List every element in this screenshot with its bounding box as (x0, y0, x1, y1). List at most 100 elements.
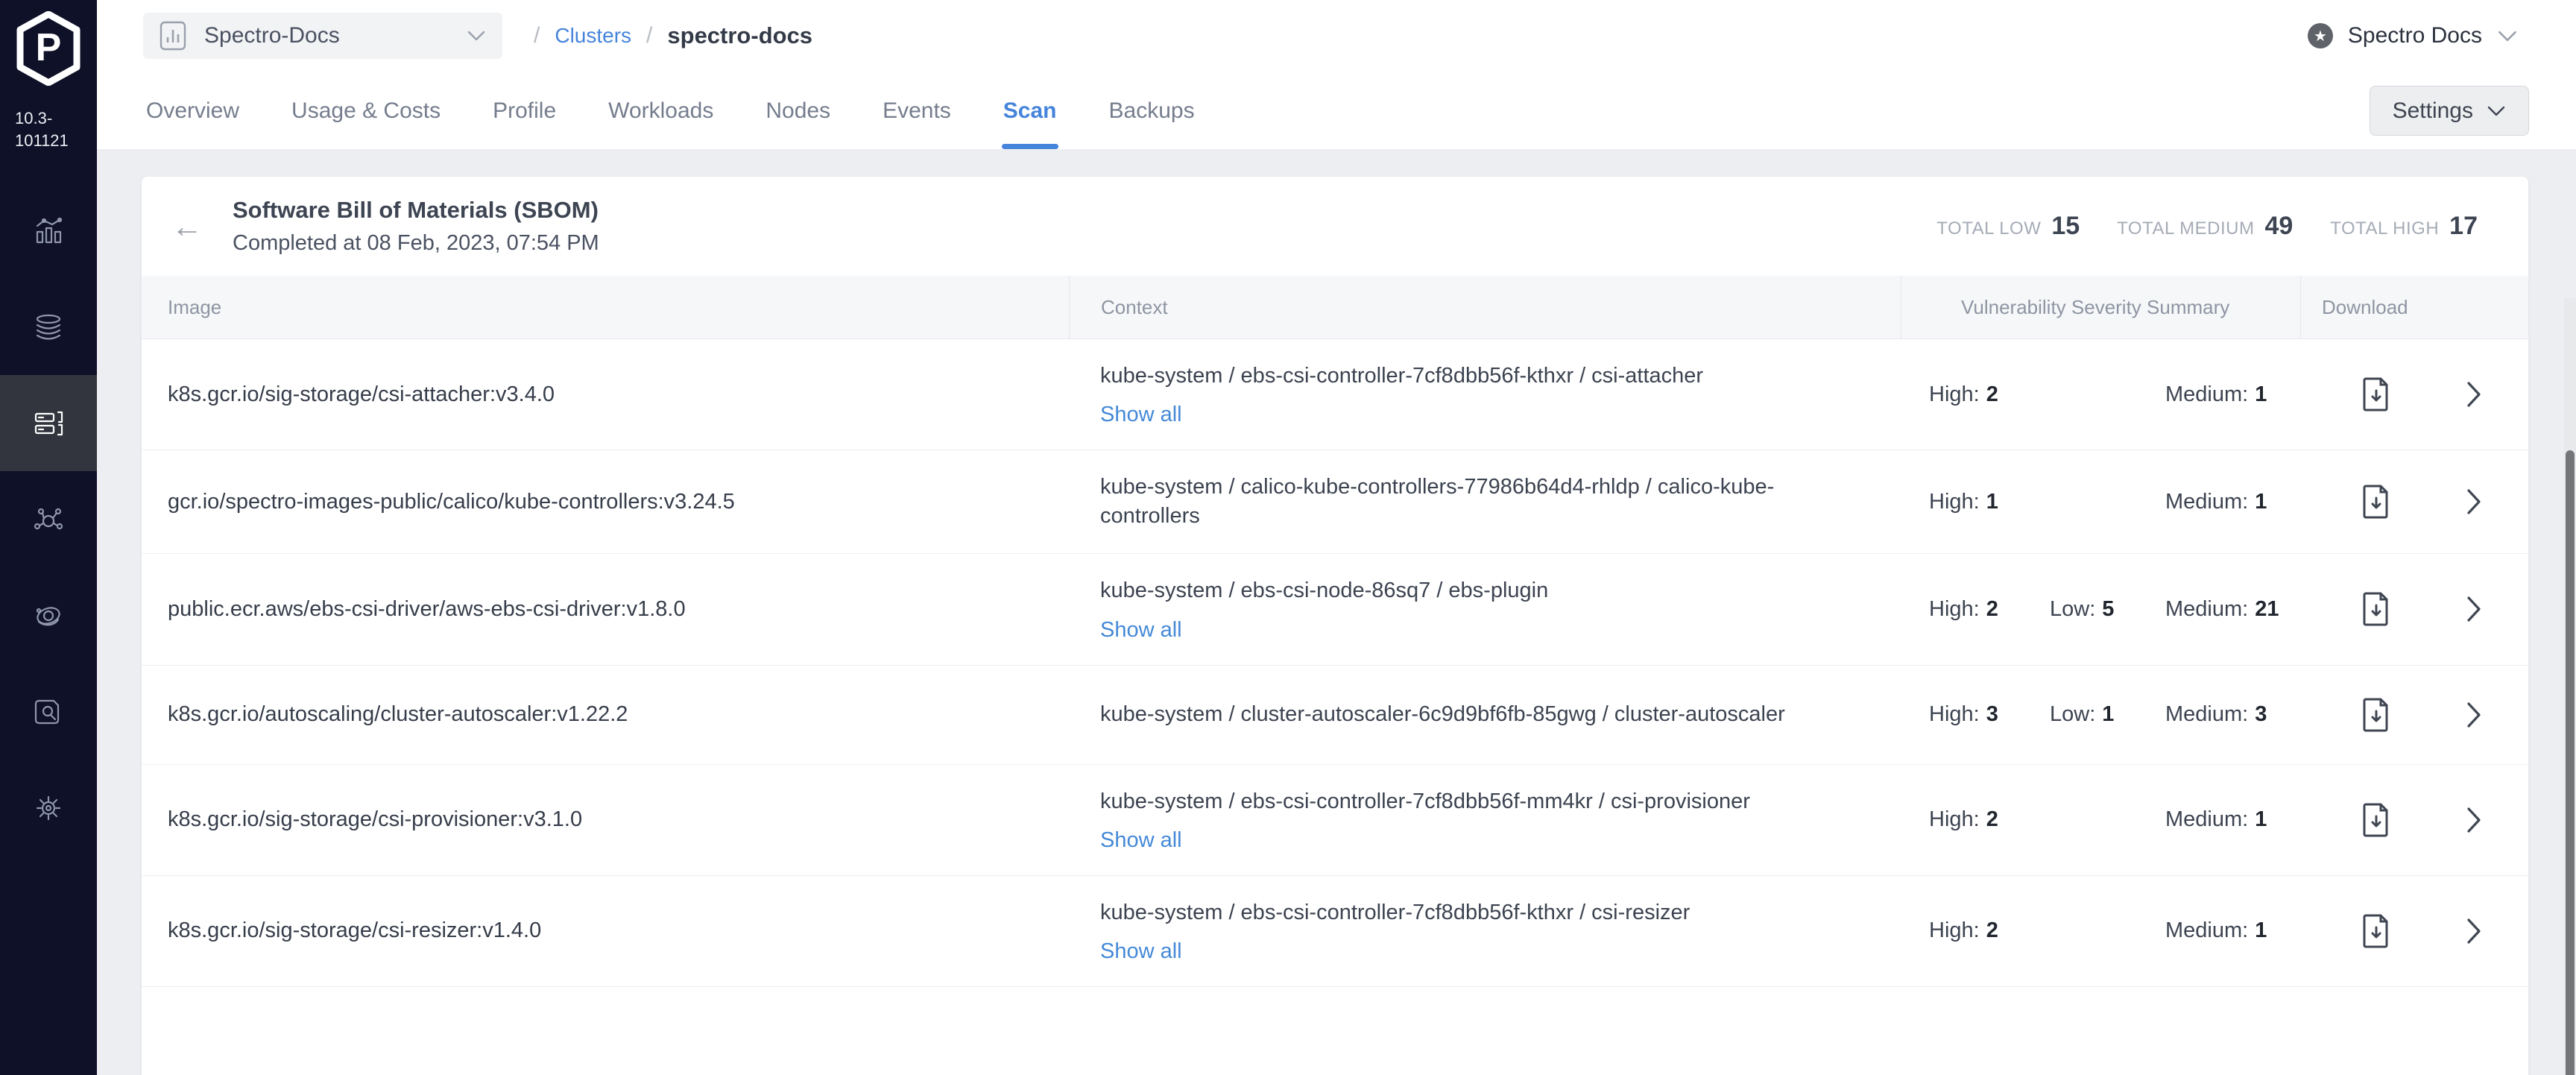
sidebar-item-profiles[interactable] (0, 279, 97, 375)
total-medium: TOTAL MEDIUM 49 (2117, 212, 2293, 241)
severity-medium-label: Medium: (2165, 597, 2248, 622)
context-cell: kube-system / ebs-csi-controller-7cf8dbb… (1069, 765, 1901, 875)
severity-medium: Medium: 1 (2165, 490, 2300, 514)
severity-high-value: 1 (1986, 490, 1998, 514)
severity-medium-label: Medium: (2165, 918, 2248, 943)
severity-cell: High: 2 Low: Medium: 1 (1901, 765, 2300, 875)
scrollbar-track[interactable] (2564, 298, 2576, 1075)
sbom-titles: Software Bill of Materials (SBOM) Comple… (233, 197, 599, 256)
settings-button[interactable]: Settings (2370, 86, 2529, 136)
sidebar-item-clusters[interactable] (0, 375, 97, 471)
context-text: kube-system / ebs-csi-controller-7cf8dbb… (1100, 898, 1856, 927)
monitoring-chart-icon (31, 214, 66, 248)
severity-high: High: 1 (1901, 490, 2050, 514)
show-all-link[interactable]: Show all (1100, 403, 1182, 427)
tab-profile[interactable]: Profile (490, 98, 559, 149)
table-row[interactable]: k8s.gcr.io/sig-storage/csi-attacher:v3.4… (142, 339, 2528, 450)
context-cell: kube-system / ebs-csi-controller-7cf8dbb… (1069, 876, 1901, 986)
tab-events[interactable]: Events (880, 98, 954, 149)
row-chevron-right-icon[interactable] (2466, 488, 2482, 516)
image-cell: gcr.io/spectro-images-public/calico/kube… (142, 450, 1069, 553)
clusters-list-icon (31, 406, 66, 441)
download-cell (2300, 339, 2528, 450)
severity-medium-value: 1 (2255, 807, 2267, 832)
download-cell (2300, 876, 2528, 986)
sidebar-item-cluster-groups[interactable] (0, 567, 97, 663)
severity-medium-value: 1 (2255, 918, 2267, 943)
topbar-row1: Spectro-Docs / Clusters / spectro-docs ★… (97, 0, 2576, 72)
sidebar-item-settings[interactable] (0, 760, 97, 856)
breadcrumb-separator: / (646, 23, 652, 48)
tab-overview[interactable]: Overview (143, 98, 242, 149)
tab-usage-costs[interactable]: Usage & Costs (288, 98, 443, 149)
row-chevron-right-icon[interactable] (2466, 917, 2482, 945)
severity-high: High: 2 (1901, 807, 2050, 832)
severity-medium: Medium: 1 (2165, 918, 2300, 943)
row-chevron-right-icon[interactable] (2466, 595, 2482, 623)
column-header-download: Download (2300, 276, 2528, 338)
download-file-icon[interactable] (2363, 377, 2390, 412)
sidebar-item-monitoring[interactable] (0, 183, 97, 279)
row-chevron-right-icon[interactable] (2466, 806, 2482, 834)
show-all-link[interactable]: Show all (1100, 618, 1182, 643)
tab-nodes[interactable]: Nodes (763, 98, 833, 149)
sbom-title: Software Bill of Materials (SBOM) (233, 197, 599, 224)
tab-workloads[interactable]: Workloads (605, 98, 716, 149)
severity-high-value: 2 (1986, 382, 1998, 407)
severity-medium-value: 1 (2255, 382, 2267, 407)
sbom-header: ← Software Bill of Materials (SBOM) Comp… (142, 177, 2528, 276)
column-header-context: Context (1069, 276, 1901, 338)
severity-medium: Medium: 21 (2165, 597, 2300, 622)
download-file-icon[interactable] (2363, 803, 2390, 837)
severity-cell: High: 2 Low: Medium: 1 (1901, 339, 2300, 450)
context-text: kube-system / ebs-csi-controller-7cf8dbb… (1100, 787, 1856, 816)
image-name: k8s.gcr.io/autoscaling/cluster-autoscale… (168, 702, 628, 727)
download-file-icon[interactable] (2363, 914, 2390, 948)
breadcrumb-clusters-link[interactable]: Clusters (555, 24, 631, 48)
image-name: gcr.io/spectro-images-public/calico/kube… (168, 490, 735, 514)
download-file-icon[interactable] (2363, 698, 2390, 732)
severity-medium-label: Medium: (2165, 382, 2248, 407)
show-all-link[interactable]: Show all (1100, 939, 1182, 964)
table-row[interactable]: k8s.gcr.io/autoscaling/cluster-autoscale… (142, 666, 2528, 765)
scrollbar-thumb[interactable] (2566, 450, 2575, 1075)
severity-cell: High: 2 Low: Medium: 1 (1901, 876, 2300, 986)
severity-medium-value: 1 (2255, 490, 2267, 514)
severity-high-label: High: (1929, 382, 1980, 407)
tab-scan[interactable]: Scan (1000, 98, 1060, 149)
severity-low-label: Low: (2050, 597, 2095, 622)
table-row[interactable]: k8s.gcr.io/sig-storage/csi-resizer:v1.4.… (142, 876, 2528, 987)
tenant-menu[interactable]: ★ Spectro Docs (2308, 0, 2518, 72)
palette-hexagon-p-logo: P (14, 11, 83, 86)
context-text: kube-system / cluster-autoscaler-6c9d9bf… (1100, 700, 1856, 729)
severity-high-label: High: (1929, 918, 1980, 943)
back-arrow-icon[interactable]: ← (171, 209, 216, 245)
table-row[interactable]: public.ecr.aws/ebs-csi-driver/aws-ebs-cs… (142, 554, 2528, 665)
project-selector[interactable]: Spectro-Docs (143, 13, 502, 59)
show-all-link[interactable]: Show all (1100, 828, 1182, 853)
severity-totals: TOTAL LOW 15 TOTAL MEDIUM 49 TOTAL HIGH … (1936, 212, 2498, 241)
download-cell (2300, 765, 2528, 875)
row-chevron-right-icon[interactable] (2466, 701, 2482, 729)
row-chevron-right-icon[interactable] (2466, 380, 2482, 409)
app-version: 10.3-101121 (0, 107, 97, 151)
column-header-image: Image (142, 276, 1069, 338)
tab-bar: Overview Usage & Costs Profile Workloads… (143, 98, 1198, 149)
palette-logo[interactable]: P (0, 0, 97, 89)
severity-high-value: 3 (1986, 702, 1998, 727)
image-cell: public.ecr.aws/ebs-csi-driver/aws-ebs-cs… (142, 554, 1069, 664)
download-cell (2300, 450, 2528, 553)
download-file-icon[interactable] (2363, 592, 2390, 626)
severity-high-value: 2 (1986, 918, 1998, 943)
sidebar-item-workspaces[interactable] (0, 471, 97, 567)
breadcrumb-separator: / (534, 23, 540, 48)
severity-low: Low: 1 (2050, 702, 2165, 727)
sidebar-item-audit[interactable] (0, 663, 97, 760)
table-row[interactable]: k8s.gcr.io/sig-storage/csi-provisioner:v… (142, 765, 2528, 876)
severity-medium: Medium: 1 (2165, 382, 2300, 407)
tab-backups[interactable]: Backups (1106, 98, 1198, 149)
total-low: TOTAL LOW 15 (1936, 212, 2080, 241)
download-file-icon[interactable] (2363, 485, 2390, 519)
table-row[interactable]: gcr.io/spectro-images-public/calico/kube… (142, 450, 2528, 554)
severity-cell: High: 3 Low: 1 Medium: 3 (1901, 666, 2300, 764)
